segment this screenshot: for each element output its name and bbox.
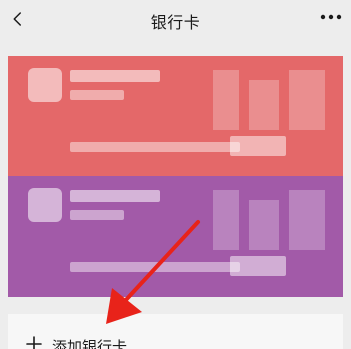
plus-icon (26, 336, 42, 349)
bank-name-redacted (70, 70, 160, 82)
more-button[interactable] (317, 6, 345, 28)
card-number-redacted (70, 262, 240, 272)
more-dots-icon (320, 14, 342, 20)
bank-logo (28, 68, 62, 102)
card-type-redacted (70, 210, 124, 220)
add-bank-card-button[interactable]: 添加银行卡 (8, 314, 343, 349)
bank-card-1[interactable] (8, 56, 343, 176)
bank-cards-screen: 银行卡 添加银行卡 (0, 0, 351, 349)
header-bar: 银行卡 (0, 0, 351, 40)
card-watermark (213, 190, 325, 250)
bank-logo (28, 188, 62, 222)
card-watermark (213, 70, 325, 130)
card-number-tail-redacted (230, 256, 286, 276)
page-title: 银行卡 (150, 13, 201, 32)
bank-card-2[interactable] (8, 176, 343, 297)
card-number-redacted (70, 142, 240, 152)
bank-name-redacted (70, 190, 160, 202)
add-bank-card-label: 添加银行卡 (52, 338, 128, 349)
card-type-redacted (70, 90, 124, 100)
card-number-tail-redacted (230, 136, 286, 156)
